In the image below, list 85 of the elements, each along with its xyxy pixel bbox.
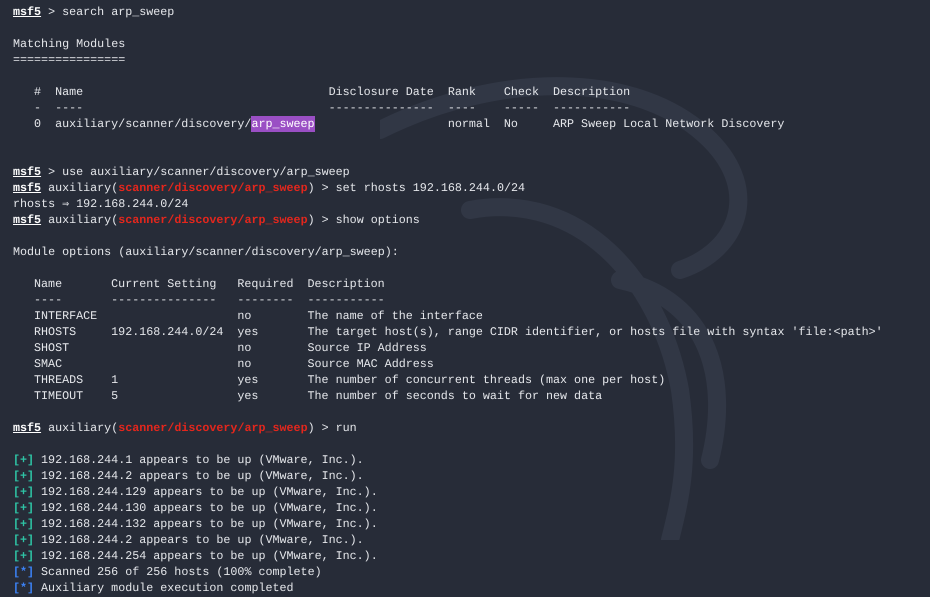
prompt-label: msf5 [13, 212, 42, 228]
module-name: scanner/discovery/arp_sweep [118, 180, 308, 196]
table-cell: SHOST [34, 341, 70, 355]
status-message: 192.168.244.129 appears to be up (VMware, Inc.). [41, 484, 378, 500]
status-marker: [+] [13, 532, 34, 548]
status-message: 192.168.244.130 appears to be up (VMware, Inc.). [41, 500, 378, 516]
header-rule: --------------- [111, 293, 216, 307]
status-marker: [*] [13, 564, 34, 580]
column-header: Description [308, 277, 385, 291]
column-header: Name [34, 277, 62, 291]
terminal-text: Matching Modules [13, 36, 126, 52]
terminal-text: ) > set rhosts 192.168.244.0/24 [308, 180, 526, 196]
table-cell: yes [237, 325, 258, 339]
status-marker: [+] [13, 548, 34, 564]
status-message: 192.168.244.132 appears to be up (VMware, Inc.). [41, 516, 378, 532]
table-cell: 1 [111, 373, 118, 387]
table-cell: The name of the interface [308, 309, 483, 323]
column-header: Description [553, 85, 630, 99]
terminal-text: auxiliary( [47, 180, 118, 196]
prompt-label: msf5 [13, 420, 42, 436]
table-cell: no [237, 341, 252, 355]
status-marker: [+] [13, 484, 34, 500]
terminal-text: auxiliary( [47, 420, 118, 436]
column-header: Disclosure Date [328, 85, 434, 99]
table-cell: yes [237, 373, 258, 387]
status-marker: [+] [13, 452, 34, 468]
table-cell: The number of concurrent threads (max one per host) [308, 373, 666, 387]
prompt-label: msf5 [13, 4, 42, 20]
column-header: Rank [448, 85, 476, 99]
column-header: Current Setting [111, 277, 216, 291]
status-marker: [*] [13, 580, 34, 596]
column-header: # [34, 85, 42, 99]
table-cell: The number of seconds to wait for new data [308, 389, 602, 403]
header-rule: -------- [237, 293, 294, 307]
header-rule: ----------- [308, 293, 385, 307]
terminal-text: ) > run [308, 420, 357, 436]
status-marker: [+] [13, 468, 34, 484]
column-header: Name [55, 85, 84, 99]
module-name: scanner/discovery/arp_sweep [118, 212, 308, 228]
status-message: Scanned 256 of 256 hosts (100% complete) [41, 564, 322, 580]
column-header: Check [504, 85, 539, 99]
status-message: 192.168.244.2 appears to be up (VMware, Inc.). [41, 468, 364, 484]
table-cell: no [237, 309, 252, 323]
table-cell: 0 [34, 117, 42, 131]
status-message: 192.168.244.254 appears to be up (VMware, Inc.). [41, 548, 378, 564]
table-cell: Source MAC Address [308, 357, 434, 371]
terminal-text: > search arp_sweep [47, 4, 174, 20]
status-message: 192.168.244.2 appears to be up (VMware, Inc.). [41, 532, 364, 548]
module-name: scanner/discovery/arp_sweep [118, 420, 308, 436]
status-message: 192.168.244.1 appears to be up (VMware, Inc.). [41, 452, 364, 468]
header-rule: ---- [448, 101, 476, 115]
table-cell: yes [237, 389, 258, 403]
terminal-text: auxiliary/scanner/discovery/ [55, 116, 252, 132]
search-match-highlight: arp_sweep [251, 116, 315, 132]
terminal-text: rhosts ⇒ 192.168.244.0/24 [13, 196, 188, 212]
column-header: Required [237, 277, 294, 291]
table-cell: ARP Sweep Local Network Discovery [553, 117, 784, 131]
terminal-text: > use auxiliary/scanner/discovery/arp_sweep [47, 164, 350, 180]
prompt-label: msf5 [13, 180, 42, 196]
header-rule: --------------- [328, 101, 434, 115]
terminal-text: ================ [13, 52, 126, 68]
table-cell: RHOSTS [34, 325, 76, 339]
header-rule: ----- [504, 101, 539, 115]
table-cell: TIMEOUT [34, 389, 84, 403]
table-cell: THREADS [34, 373, 84, 387]
status-message: Auxiliary module execution completed [41, 580, 294, 596]
terminal-text: ) > show options [308, 212, 420, 228]
table-cell: 192.168.244.0/24 [111, 325, 224, 339]
table-cell: 5 [111, 389, 118, 403]
table-cell: SMAC [34, 357, 62, 371]
header-rule: ---- [34, 293, 62, 307]
terminal-text: auxiliary( [47, 212, 118, 228]
table-cell: No [504, 117, 518, 131]
status-marker: [+] [13, 516, 34, 532]
table-cell: Source IP Address [308, 341, 427, 355]
status-marker: [+] [13, 500, 34, 516]
header-rule: ----------- [553, 101, 630, 115]
table-cell: normal [448, 117, 490, 131]
header-rule: ---- [55, 101, 84, 115]
table-cell: The target host(s), range CIDR identifier, or hosts file with syntax 'file:<path>' [308, 325, 883, 339]
prompt-label: msf5 [13, 164, 42, 180]
header-rule: - [34, 101, 42, 115]
table-cell: no [237, 357, 252, 371]
table-cell: INTERFACE [34, 309, 98, 323]
terminal-text: Module options (auxiliary/scanner/discovery/arp_sweep): [13, 244, 399, 260]
